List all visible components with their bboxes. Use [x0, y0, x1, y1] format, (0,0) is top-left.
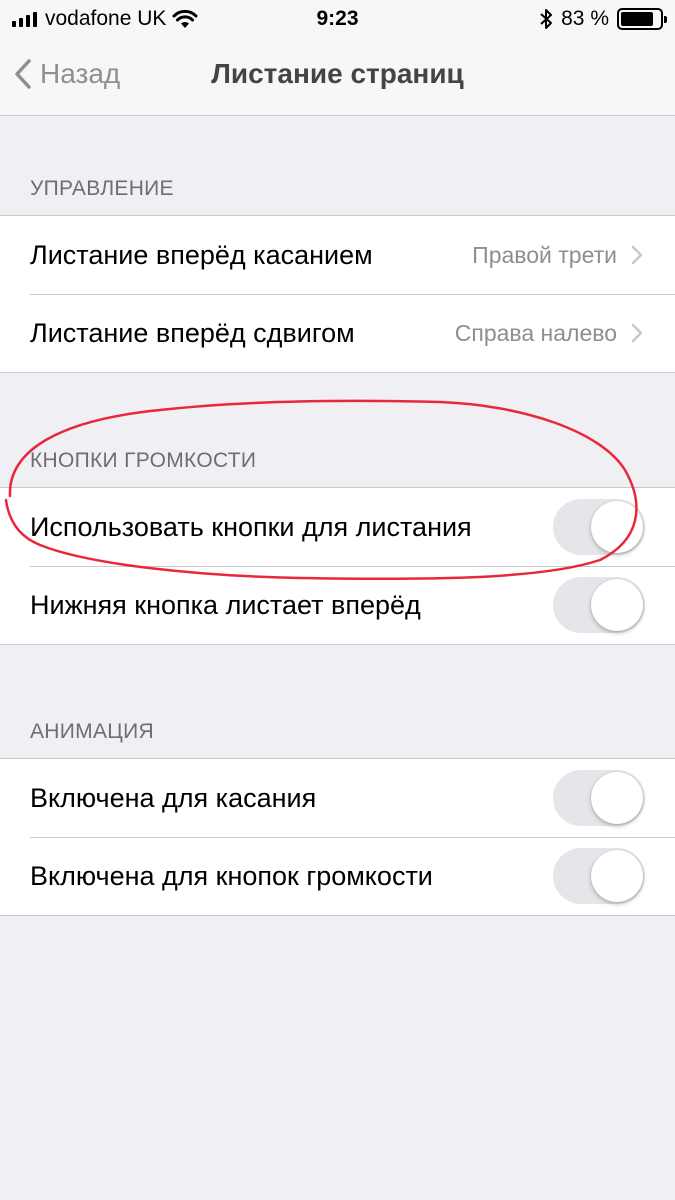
toggle-knob [591, 772, 643, 824]
toggle-use-volume-buttons[interactable] [553, 499, 645, 555]
group-control: Листание вперёд касанием Правой трети Ли… [0, 215, 675, 373]
toggle-knob [591, 501, 643, 553]
row-label: Листание вперёд касанием [30, 239, 373, 270]
group-volume: Использовать кнопки для листания Нижняя … [0, 487, 675, 645]
row-label: Включена для касания [30, 782, 317, 813]
toggle-animation-tap[interactable] [553, 770, 645, 826]
battery-fill [621, 12, 653, 26]
bluetooth-icon [540, 9, 553, 29]
page-title: Листание страниц [211, 58, 464, 89]
battery-icon [617, 8, 667, 30]
toggle-animation-volume[interactable] [553, 848, 645, 904]
group-animation: Включена для касания Включена для кнопок… [0, 758, 675, 916]
row-value: Правой трети [472, 241, 617, 268]
navigation-bar: Назад Листание страниц [0, 38, 675, 116]
row-use-volume-buttons: Использовать кнопки для листания [0, 488, 675, 566]
row-label: Листание вперёд сдвигом [30, 317, 355, 348]
row-animation-tap: Включена для касания [0, 759, 675, 837]
row-label: Использовать кнопки для листания [30, 511, 472, 542]
status-bar: vodafone UK 9:23 83 % [0, 0, 675, 38]
toggle-knob [591, 850, 643, 902]
section-header-control: УПРАВЛЕНИЕ [30, 177, 174, 200]
battery-percent: 83 % [561, 7, 609, 30]
row-tap-forward[interactable]: Листание вперёд касанием Правой трети [0, 216, 675, 294]
toggle-knob [591, 579, 643, 631]
section-header-volume: КНОПКИ ГРОМКОСТИ [30, 449, 257, 472]
row-label: Нижняя кнопка листает вперёд [30, 589, 421, 620]
row-label: Включена для кнопок громкости [30, 860, 433, 891]
chevron-right-icon [631, 322, 645, 344]
chevron-right-icon [631, 244, 645, 266]
status-right: 83 % [539, 7, 667, 31]
row-lower-button-forward: Нижняя кнопка листает вперёд [0, 566, 675, 644]
row-swipe-forward[interactable]: Листание вперёд сдвигом Справа налево [0, 294, 675, 372]
toggle-lower-button-forward[interactable] [553, 577, 645, 633]
row-value: Справа налево [454, 319, 617, 346]
row-animation-volume: Включена для кнопок громкости [0, 837, 675, 915]
section-header-animation: АНИМАЦИЯ [30, 720, 154, 743]
